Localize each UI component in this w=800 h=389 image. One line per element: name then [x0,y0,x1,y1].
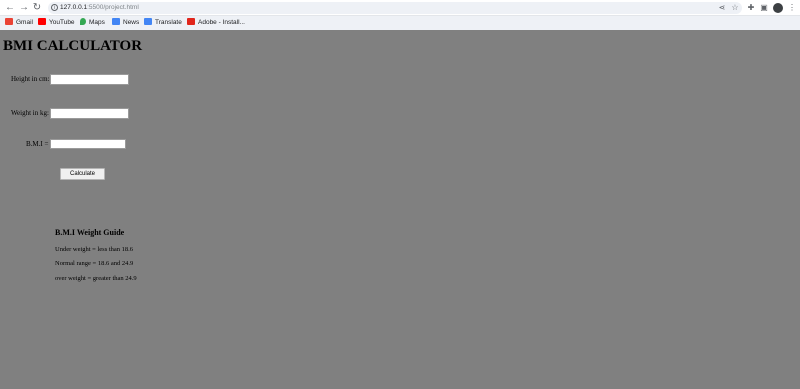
adobe-icon [187,18,195,25]
bookmark-star-icon[interactable]: ☆ [729,2,741,14]
browser-toolbar: ← → ↻ i 127.0.0.1:5500/project.html ⋖ ☆ … [0,0,800,16]
maps-icon [80,18,86,25]
guide-title: B.M.I Weight Guide [55,228,125,237]
guide-item: over weight = greater than 24.9 [55,275,137,282]
url-text: 127.0.0.1:5500/project.html [60,4,139,11]
weight-input[interactable] [50,108,129,119]
extensions-icon[interactable]: ✚ [745,2,757,14]
guide-item: Under weight = less than 18.6 [55,246,134,253]
page-content: BMI CALCULATOR Height in cm: Weight in k… [0,30,800,389]
reload-icon[interactable]: ↻ [31,2,43,14]
bmi-label: B.M.I = [26,140,49,148]
height-label: Height in cm: [11,75,50,83]
news-icon [112,18,120,25]
address-bar[interactable]: i 127.0.0.1:5500/project.html ⋖ ☆ [48,2,742,14]
browser-chrome: ← → ↻ i 127.0.0.1:5500/project.html ⋖ ☆ … [0,0,800,30]
youtube-icon [38,18,46,25]
bookmark-translate[interactable]: Translate [144,17,182,29]
translate-icon [144,18,152,25]
page-title: BMI CALCULATOR [3,38,143,54]
bookmark-maps[interactable]: Maps [80,17,105,29]
share-icon[interactable]: ⋖ [716,2,728,14]
bookmarks-bar: Gmail YouTube Maps News Translate Adobe … [0,16,800,30]
weight-label: Weight in kg: [11,109,49,117]
calculate-button[interactable]: Calculate [60,168,105,180]
site-info-icon[interactable]: i [51,4,58,11]
bookmark-youtube[interactable]: YouTube [38,17,75,29]
bookmark-adobe[interactable]: Adobe - Install... [187,17,245,29]
gmail-icon [5,18,13,25]
menu-icon[interactable]: ⋮ [786,2,798,14]
bookmark-gmail[interactable]: Gmail [5,17,33,29]
bookmark-news[interactable]: News [112,17,139,29]
side-panel-icon[interactable]: ▣ [758,2,770,14]
height-input[interactable] [50,74,129,85]
back-icon[interactable]: ← [4,2,16,14]
profile-avatar[interactable] [773,3,783,13]
bmi-output[interactable] [50,139,126,149]
forward-icon[interactable]: → [18,2,30,14]
guide-item: Normal range = 18.6 and 24.9 [55,260,134,267]
